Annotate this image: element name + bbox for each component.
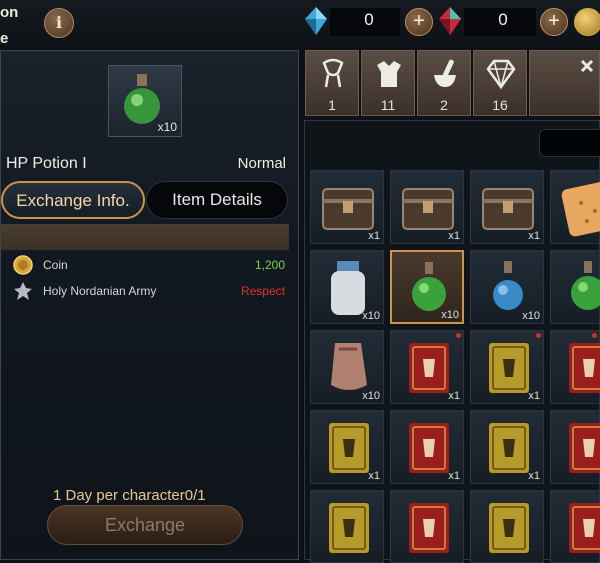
- misc-icon: [580, 59, 594, 73]
- category-tab-bundles[interactable]: 1: [305, 50, 359, 116]
- yellow-book-icon: [489, 343, 529, 393]
- cost-header-strip: [1, 224, 289, 250]
- inventory-slot[interactable]: x1: [390, 170, 464, 244]
- top-bar: on e i 0 + 0 +: [0, 0, 600, 48]
- slot-quantity: x1: [448, 470, 460, 482]
- army-emblem-icon: [14, 282, 32, 300]
- slot-quantity: x1: [528, 470, 540, 482]
- cloth-icon: [331, 343, 367, 390]
- item-count: x10: [157, 120, 177, 134]
- tab-exchange-info[interactable]: Exchange Info.: [1, 181, 145, 219]
- category-count: 1: [328, 97, 336, 113]
- chest-icon: [482, 188, 534, 230]
- inventory-slot[interactable]: x1: [390, 410, 464, 484]
- new-item-indicator: [456, 333, 461, 338]
- inventory-slot[interactable]: [550, 490, 600, 563]
- item-grade: Normal: [237, 155, 286, 172]
- exchange-button[interactable]: Exchange: [47, 505, 243, 545]
- category-count: 2: [440, 97, 448, 113]
- gold-coin-icon: [13, 255, 33, 275]
- slot-quantity: x1: [528, 390, 540, 402]
- inventory-slot[interactable]: [550, 170, 600, 244]
- cracker-icon: [561, 181, 600, 237]
- yellow-book-icon: [329, 423, 369, 473]
- new-item-indicator: [536, 333, 541, 338]
- inventory-slot[interactable]: x10: [310, 330, 384, 404]
- inventory-slot[interactable]: [390, 490, 464, 563]
- red-book-icon: [569, 503, 600, 553]
- red-book-icon: [409, 423, 449, 473]
- slot-quantity: x1: [528, 230, 540, 242]
- inventory-slot[interactable]: x10: [470, 250, 544, 324]
- bundle-icon: [322, 58, 344, 88]
- info-button[interactable]: i: [44, 8, 74, 38]
- inventory-slot[interactable]: x1: [470, 330, 544, 404]
- inventory-slot[interactable]: [310, 490, 384, 563]
- inventory-slot[interactable]: x1: [310, 410, 384, 484]
- inventory-slot[interactable]: [470, 490, 544, 563]
- chest-icon: [402, 188, 454, 230]
- red-book-icon: [569, 343, 600, 393]
- red-book-icon: [409, 503, 449, 553]
- inventory-sort-dropdown[interactable]: [539, 129, 600, 157]
- slot-quantity: x10: [522, 310, 540, 322]
- blue-crystal-icon: [305, 7, 327, 35]
- red-currency-value: 0: [498, 10, 508, 29]
- yellow-book-icon: [329, 503, 369, 553]
- gold-coin-icon[interactable]: [574, 8, 600, 36]
- slot-quantity: x1: [448, 230, 460, 242]
- cost-name: Holy Nordanian Army: [43, 284, 157, 298]
- slot-quantity: x10: [362, 310, 380, 322]
- category-count: 16: [492, 97, 508, 113]
- slot-quantity: x1: [368, 230, 380, 242]
- chest-icon: [322, 188, 374, 230]
- red-currency-add-button[interactable]: +: [540, 8, 568, 36]
- inventory-slot[interactable]: [550, 410, 600, 484]
- yellow-book-icon: [489, 503, 529, 553]
- exchange-panel: x10 HP Potion I Normal Exchange Info. It…: [0, 50, 299, 560]
- category-tab-armor[interactable]: 11: [361, 50, 415, 116]
- red-book-icon: [569, 423, 600, 473]
- diamond-icon: [486, 59, 516, 90]
- inventory-slot[interactable]: x10: [310, 250, 384, 324]
- yellow-book-icon: [489, 423, 529, 473]
- inventory-slot[interactable]: x1: [310, 170, 384, 244]
- blue-potion-icon: [493, 261, 523, 310]
- slot-quantity: x10: [362, 390, 380, 402]
- inventory-slot[interactable]: x1: [470, 170, 544, 244]
- slot-quantity: x1: [448, 390, 460, 402]
- exchange-limit-text: 1 Day per character0/1: [53, 487, 206, 504]
- inventory-slot[interactable]: x1: [390, 330, 464, 404]
- tab-item-details[interactable]: Item Details: [146, 181, 288, 219]
- cost-row-reputation: Holy Nordanian Army Respect: [13, 281, 285, 303]
- slot-quantity: x1: [368, 470, 380, 482]
- inventory-slot[interactable]: x10: [390, 250, 464, 324]
- window-title-fragment-2: e: [0, 30, 9, 47]
- inventory-slot[interactable]: x1: [470, 410, 544, 484]
- item-name: HP Potion I: [6, 155, 87, 172]
- cost-value: 1,200: [254, 258, 285, 272]
- window-title-fragment-1: on: [0, 4, 19, 21]
- new-item-indicator: [592, 333, 597, 338]
- inventory-slot[interactable]: [550, 250, 600, 324]
- category-tab-crafting[interactable]: 2: [417, 50, 471, 116]
- slot-quantity: x10: [441, 309, 459, 321]
- white-jar-icon: [331, 261, 365, 315]
- inventory-slot[interactable]: [550, 330, 600, 404]
- category-tab-misc[interactable]: [529, 50, 600, 116]
- cost-row-coin: Coin 1,200: [13, 255, 285, 277]
- red-book-icon: [409, 343, 449, 393]
- cost-name: Coin: [43, 258, 68, 272]
- category-count: 11: [380, 97, 396, 113]
- category-tab-gems[interactable]: 16: [473, 50, 527, 116]
- blue-currency-value: 0: [364, 10, 374, 29]
- item-thumbnail: x10: [108, 65, 182, 137]
- armor-icon: [377, 61, 401, 87]
- cost-value: Respect: [240, 284, 285, 298]
- pestle-icon: [434, 59, 456, 87]
- green-potion-icon: [571, 261, 600, 310]
- blue-currency-add-button[interactable]: +: [405, 8, 433, 36]
- red-crystal-icon: [439, 7, 461, 35]
